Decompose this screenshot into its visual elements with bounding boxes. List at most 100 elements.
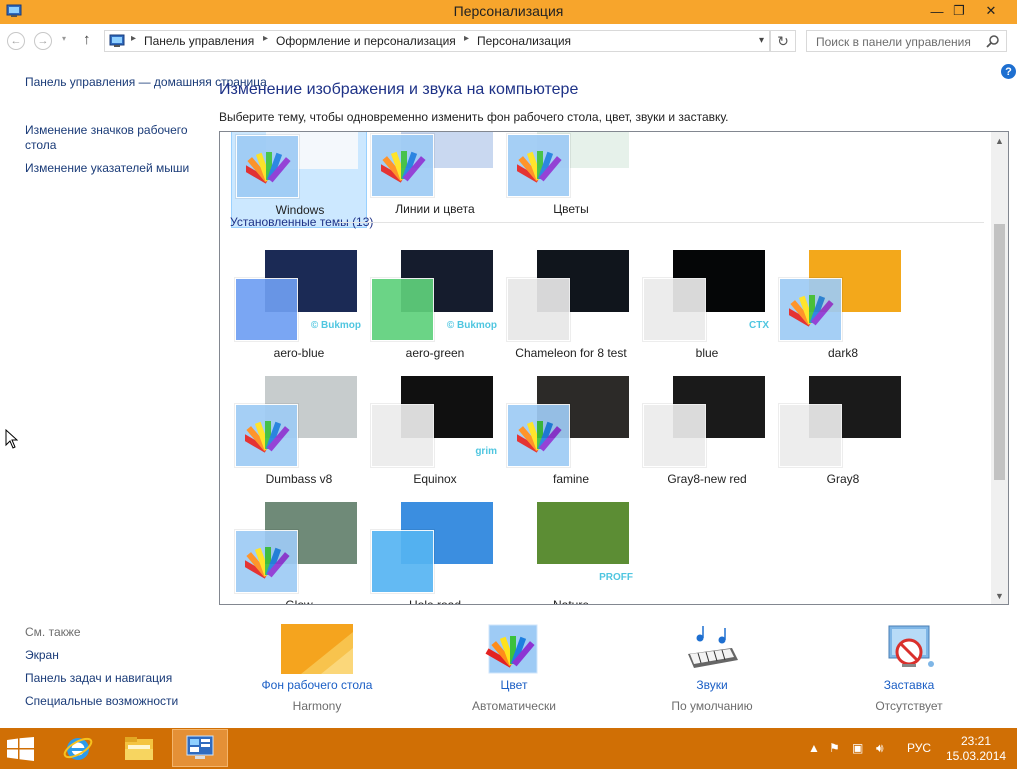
theme-tile[interactable]: famine [503,376,639,498]
theme-tile[interactable]: Gray8-new red [639,376,775,498]
scrollbar-thumb[interactable] [994,224,1005,480]
color-fan-icon [245,547,290,579]
theme-color-swatch [371,278,434,341]
breadcrumb-separator[interactable]: ▸ [464,33,469,44]
control-panel-taskbar-button[interactable] [172,729,228,767]
show-hidden-icons-button[interactable]: ▲ [808,741,820,755]
theme-name: Equinox [413,472,457,486]
action-center-icon[interactable]: ⚑ [829,741,840,755]
search-placeholder: Поиск в панели управления [816,35,971,49]
theme-tile[interactable]: Линии и цвета [367,132,503,228]
theme-color-swatch [507,134,570,197]
theme-color-swatch [371,134,434,197]
breadcrumb-separator[interactable]: ▸ [263,33,268,44]
theme-tile[interactable]: Dumbass v8 [231,376,367,498]
start-button-icon[interactable] [7,737,34,761]
color-setting[interactable]: Цвет Автоматически [439,624,589,713]
screensaver-setting[interactable]: Заставка Отсутствует [834,624,984,713]
breadcrumb-appearance[interactable]: Оформление и персонализация [276,34,456,48]
color-fan-icon [517,151,562,183]
breadcrumb-separator[interactable]: ▸ [131,33,136,44]
address-dropdown-icon[interactable]: ▾ [759,35,764,46]
theme-color-swatch [235,404,298,467]
theme-name: Цветы [553,202,589,216]
title-bar: Персонализация — ❐ ✕ [0,0,1017,24]
theme-tile[interactable]: © Bukmop aero-green [367,250,503,372]
recent-locations-dropdown[interactable]: ▾ [62,34,66,43]
sounds-setting[interactable]: Звуки По умолчанию [637,624,787,713]
page-description: Выберите тему, чтобы одновременно измени… [219,110,729,124]
desktop-background-value: Harmony [292,699,342,713]
file-explorer-taskbar-button[interactable] [111,729,167,767]
input-language-indicator[interactable]: РУС [907,741,931,755]
navigation-bar: ← → ▾ ↑ ▸ Панель управления ▸ Оформление… [0,24,1017,58]
sidebar-link-mouse-pointers[interactable]: Изменение указателей мыши [25,161,189,176]
up-button[interactable]: ↑ [83,31,91,48]
theme-name: Nature [552,598,590,605]
scroll-up-arrow[interactable]: ▲ [991,132,1008,149]
theme-tile[interactable]: grim Equinox [367,376,503,498]
theme-color-swatch [779,278,842,341]
theme-list[interactable]: Windows Линии и цвета Цветы © Bukmop aero-bl… [219,131,1009,605]
network-icon[interactable]: ▣ [852,741,863,755]
screensaver-link[interactable]: Заставка [834,678,984,692]
theme-tile[interactable]: dark8 [775,250,911,372]
theme-name: Glow [285,598,313,605]
theme-tile[interactable]: Gray8 [775,376,911,498]
sidebar-link-desktop-icons[interactable]: Изменение значков рабочего стола [25,123,200,153]
theme-color-swatch [507,278,570,341]
folder-icon [125,737,153,760]
see-also-display[interactable]: Экран [25,648,59,663]
theme-color-swatch [236,135,299,198]
desktop-background-icon [281,624,353,674]
theme-tile[interactable]: Hole road [367,502,503,605]
color-value: Автоматически [472,699,556,713]
sounds-link[interactable]: Звуки [637,678,787,692]
theme-color-swatch [779,404,842,467]
search-input[interactable]: Поиск в панели управления [806,30,1007,52]
theme-tile[interactable]: Цветы [503,132,639,228]
forward-button[interactable]: → [34,32,52,50]
theme-color-swatch [371,530,434,593]
theme-tile[interactable]: PROFF Nature [503,502,639,605]
see-also-taskbar[interactable]: Панель задач и навигация [25,671,172,686]
help-icon[interactable]: ? [1001,64,1016,79]
close-button[interactable]: ✕ [968,0,1014,22]
theme-tile[interactable]: Chameleon for 8 test [503,250,639,372]
theme-color-swatch [507,404,570,467]
internet-explorer-taskbar-button[interactable] [50,729,106,767]
theme-tile[interactable]: © Bukmop aero-blue [231,250,367,372]
color-link[interactable]: Цвет [439,678,589,692]
theme-watermark: PROFF [599,572,633,583]
desktop-background-setting[interactable]: Фон рабочего стола Harmony [242,624,392,713]
vertical-scrollbar[interactable]: ▲ ▼ [991,132,1008,604]
group-divider [338,222,984,223]
theme-color-swatch [643,278,706,341]
color-fan-icon [381,151,426,183]
theme-watermark: CTX [749,320,769,331]
theme-tile[interactable]: CTX blue [639,250,775,372]
sounds-value: По умолчанию [671,699,753,713]
breadcrumb-control-panel[interactable]: Панель управления [144,34,254,48]
desktop-background-link[interactable]: Фон рабочего стола [242,678,392,692]
scroll-down-arrow[interactable]: ▼ [991,587,1008,604]
breadcrumb-personalization[interactable]: Персонализация [477,34,571,48]
address-bar[interactable]: ▸ Панель управления ▸ Оформление и персо… [104,30,770,52]
theme-tile[interactable]: Windows [231,132,367,228]
back-button[interactable]: ← [7,32,25,50]
theme-name: Hole road [408,598,462,605]
theme-watermark: grim [475,446,497,457]
refresh-button[interactable]: ↻ [770,30,796,52]
search-icon[interactable] [986,34,1000,48]
mouse-pointer-icon [5,429,18,449]
theme-color-swatch [235,278,298,341]
clock-time: 23:21 [960,734,992,748]
taskbar: ▲ ⚑ ▣ 🔊︎ РУС 23:21 15.03.2014 [0,728,1017,769]
theme-tile[interactable]: Glow [231,502,367,605]
theme-name: dark8 [827,346,859,360]
volume-icon[interactable]: 🔊︎ [876,741,884,756]
color-fan-icon [246,152,291,184]
sounds-icon [688,626,738,668]
see-also-accessibility[interactable]: Специальные возможности [25,694,178,709]
clock[interactable]: 23:21 15.03.2014 [946,734,1006,764]
